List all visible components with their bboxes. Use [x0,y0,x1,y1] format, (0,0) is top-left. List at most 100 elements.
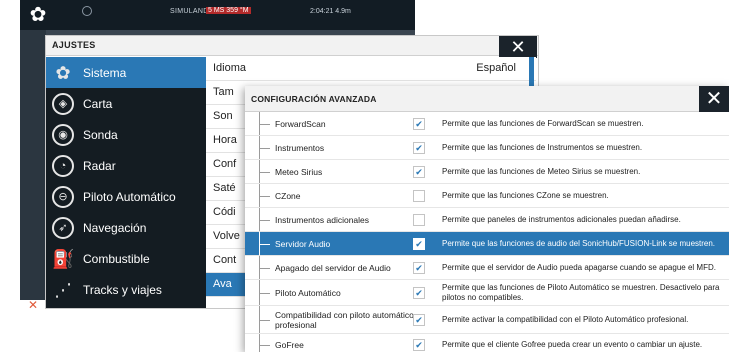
advanced-row-forwardscan[interactable]: ForwardScan ✔ Permite que las funciones … [245,112,729,136]
feature-checkbox[interactable]: ✔ [413,262,425,274]
background-side-strip: ✕ [20,30,46,312]
record-icon [82,6,92,16]
feature-checkbox[interactable]: ✔ [413,214,425,226]
advanced-row-piloto-profesional[interactable]: Compatibilidad con piloto automático pro… [245,306,729,334]
feature-name: Piloto Automático [275,288,341,298]
feature-description: Permite que el cliente Gofree pueda crea… [442,340,703,349]
setting-label: Tam [213,86,234,98]
settings-close-button[interactable]: ✕ [499,36,537,58]
feature-description: Permite que las funciones CZone se muest… [442,191,609,200]
setting-label: Conf [213,158,237,170]
sidebar-item-label: Carta [83,97,113,111]
sidebar-item-tracks-y-viajes[interactable]: ⋰ Tracks y viajes [46,274,206,305]
gear-icon[interactable]: ✿ [26,3,50,27]
advanced-row-meteo-sirius[interactable]: Meteo Sirius ✔ Permite que las funciones… [245,160,729,184]
feature-name: CZone [275,191,301,201]
feature-checkbox[interactable]: ✔ [413,339,425,351]
sidebar-item-combustible[interactable]: ⛽ Combustible [46,243,206,274]
feature-description: Permite activar la compatibilidad con el… [442,315,689,324]
advanced-close-button[interactable]: ✕ [699,86,729,112]
advanced-config-dialog: CONFIGURACIÓN AVANZADA ✕ ForwardScan ✔ P… [245,86,729,352]
settings-title-bar: AJUSTES [46,36,538,56]
advanced-row-instrumentos[interactable]: Instrumentos ✔ Permite que las funciones… [245,136,729,160]
settings-title: AJUSTES [52,40,96,50]
close-icon: ✕ [510,37,526,57]
screen: ✿ SIMULANDO... 5 MS 359 °M 2:04:21 4.9m … [0,0,729,352]
sidebar-item-label: Piloto Automático [83,190,176,204]
feature-checkbox[interactable]: ✔ [413,314,425,326]
setting-label: Volve [213,230,240,242]
tree-connector [259,112,270,135]
time-depth-readout: 2:04:21 4.9m [310,8,351,15]
feature-description: Permite que las funciones de ForwardScan… [442,119,644,128]
feature-name: Compatibilidad con piloto automático pro… [275,310,414,330]
advanced-row-servidor-audio[interactable]: Servidor Audio ✔ Permite que las funcion… [245,232,729,256]
feature-checkbox[interactable]: ✔ [413,118,425,130]
feature-checkbox[interactable]: ✔ [413,238,425,250]
sidebar-item-sistema[interactable]: ✿ Sistema [46,57,206,88]
setting-row-idioma[interactable]: Idioma Español [206,57,536,81]
setting-label: Son [213,110,233,122]
tree-connector [259,208,270,231]
sidebar-item-label: Sistema [83,66,127,80]
close-icon: ✕ [705,88,723,110]
sidebar-item-label: Sonda [83,128,118,142]
sidebar-item-label: Tracks y viajes [83,283,162,297]
advanced-title-bar: CONFIGURACIÓN AVANZADA [245,86,729,112]
feature-name: Apagado del servidor de Audio [275,263,391,273]
feature-checkbox[interactable]: ✔ [413,287,425,299]
radar-icon: ◔ [52,155,74,177]
sidebar-item-carta[interactable]: ◈ Carta [46,88,206,119]
feature-checkbox[interactable]: ✔ [413,166,425,178]
advanced-row-piloto-automatico[interactable]: Piloto Automático ✔ Permite que las func… [245,280,729,306]
setting-label: Saté [213,182,236,194]
feature-name: Instrumentos adicionales [275,215,370,225]
feature-checkbox[interactable]: ✔ [413,190,425,202]
close-icon[interactable]: ✕ [28,298,38,312]
sidebar-item-label: Radar [83,159,116,173]
setting-value: Español [476,62,516,74]
feature-description: Permite que las funciones de Instrumento… [442,143,643,152]
device-status-bar: ✿ SIMULANDO... 5 MS 359 °M 2:04:21 4.9m [20,0,415,30]
compass-icon: ➶ [52,217,74,239]
feature-name: ForwardScan [275,119,326,129]
setting-label: Códi [213,206,236,218]
sidebar-item-label: Combustible [83,252,150,266]
advanced-title: CONFIGURACIÓN AVANZADA [251,94,377,104]
sidebar-item-radar[interactable]: ◔ Radar [46,150,206,181]
tree-connector [259,136,270,159]
feature-name: GoFree [275,340,304,350]
tree-connector [259,280,270,305]
advanced-row-instrumentos-adicionales[interactable]: Instrumentos adicionales ✔ Permite que p… [245,208,729,232]
speed-readout: 5 MS 359 °M [206,7,251,14]
tree-connector [259,232,270,255]
tree-connector [259,184,270,207]
fuel-pump-icon: ⛽ [52,249,75,269]
feature-name: Servidor Audio [275,239,331,249]
tracks-icon: ⋰ [54,280,72,300]
setting-label: Idioma [213,62,247,74]
advanced-row-gofree[interactable]: GoFree ✔ Permite que el cliente Gofree p… [245,334,729,352]
feature-description: Permite que las funciones de audio del S… [442,239,716,248]
chart-icon: ◈ [52,93,74,115]
gear-icon: ✿ [55,63,71,83]
feature-description: Permite que el servidor de Audio pueda a… [442,263,716,272]
sonar-icon: ◉ [52,124,74,146]
sidebar-item-navegacion[interactable]: ➶ Navegación [46,212,206,243]
feature-checkbox[interactable]: ✔ [413,142,425,154]
sidebar-item-label: Navegación [83,221,147,235]
tree-connector [259,334,270,352]
feature-name: Instrumentos [275,143,325,153]
feature-description: Permite que paneles de instrumentos adic… [442,215,681,224]
tree-connector [259,306,270,333]
sidebar-item-sonda[interactable]: ◉ Sonda [46,119,206,150]
feature-name: Meteo Sirius [275,167,323,177]
steering-wheel-icon: ⊖ [52,186,74,208]
advanced-rows: ForwardScan ✔ Permite que las funciones … [245,112,729,352]
setting-label: Hora [213,134,237,146]
sidebar-item-piloto-automatico[interactable]: ⊖ Piloto Automático [46,181,206,212]
setting-label: Ava [213,278,232,290]
advanced-row-apagado-servidor-audio[interactable]: Apagado del servidor de Audio ✔ Permite … [245,256,729,280]
feature-description: Permite que las funciones de Piloto Auto… [442,283,720,302]
advanced-row-czone[interactable]: CZone ✔ Permite que las funciones CZone … [245,184,729,208]
